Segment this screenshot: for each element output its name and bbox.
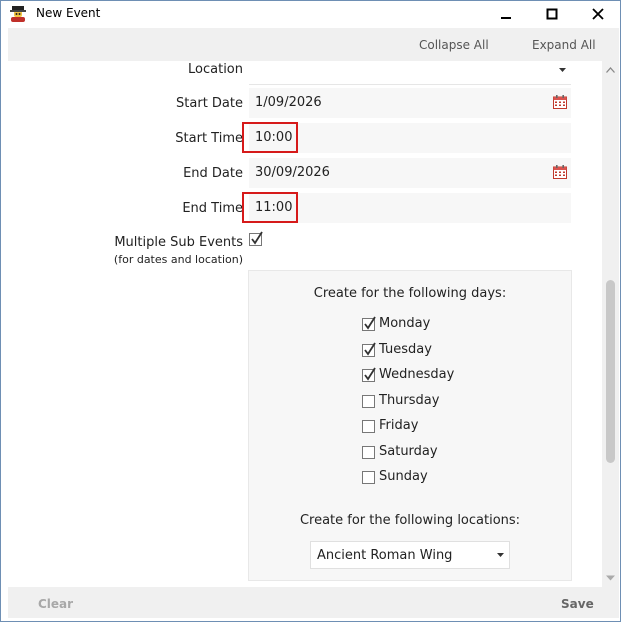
day-label: Sunday	[379, 469, 428, 484]
days-header: Create for the following days:	[313, 286, 507, 301]
scrollbar-thumb[interactable]	[606, 280, 615, 463]
location-select[interactable]	[249, 61, 571, 85]
chevron-down-icon	[497, 553, 504, 557]
save-button[interactable]: Save	[561, 597, 594, 611]
checkmark-icon	[364, 316, 376, 330]
checkmark-icon	[364, 367, 376, 381]
end-time-highlight	[242, 192, 298, 223]
day-label: Thursday	[379, 393, 440, 408]
tuesday-checkbox[interactable]	[362, 342, 376, 357]
event-form: Location Start Date 1/09/2026 Start Time…	[8, 61, 602, 587]
end-date-value: 30/09/2026	[255, 165, 330, 180]
end-date-label: End Date	[183, 166, 243, 181]
end-date-field[interactable]: 30/09/2026	[249, 158, 571, 188]
multiple-sub-events-label: Multiple Sub Events	[114, 235, 243, 250]
minimize-icon	[501, 16, 511, 19]
start-date-value: 1/09/2026	[255, 95, 322, 110]
bottom-bar: Clear Save	[8, 587, 619, 618]
calendar-icon[interactable]	[553, 165, 567, 179]
title-bar[interactable]: New Event	[1, 1, 620, 27]
day-label: Tuesday	[379, 342, 432, 357]
friday-checkbox[interactable]	[362, 420, 375, 433]
start-date-field[interactable]: 1/09/2026	[249, 88, 571, 118]
checkmark-icon	[364, 342, 376, 356]
new-event-window: New Event Collapse All Expand All Locati…	[0, 0, 621, 622]
start-date-label: Start Date	[176, 96, 243, 111]
window-title: New Event	[36, 6, 101, 20]
close-button[interactable]	[575, 1, 620, 26]
location-dropdown-value: Ancient Roman Wing	[317, 548, 453, 563]
multiple-sub-events-checkbox[interactable]	[249, 231, 263, 246]
multiple-sub-events-hint: (for dates and location)	[113, 253, 243, 266]
start-time-highlight	[242, 122, 298, 153]
scroll-down-icon[interactable]	[606, 575, 615, 581]
day-label: Saturday	[379, 444, 438, 459]
maximize-button[interactable]	[529, 1, 575, 26]
monday-checkbox[interactable]	[362, 316, 376, 331]
sunday-checkbox[interactable]	[362, 471, 375, 484]
sub-events-panel: Create for the following days: Monday Tu…	[248, 270, 572, 581]
maximize-icon	[546, 8, 558, 19]
wednesday-checkbox[interactable]	[362, 367, 376, 382]
thursday-checkbox[interactable]	[362, 395, 375, 408]
location-label: Location	[188, 62, 243, 77]
calendar-icon[interactable]	[553, 95, 567, 109]
location-dropdown[interactable]: Ancient Roman Wing	[310, 541, 510, 569]
collapse-all-button[interactable]: Collapse All	[419, 38, 489, 52]
chevron-down-icon	[559, 68, 566, 72]
locations-header: Create for the following locations:	[299, 513, 521, 528]
expand-all-button[interactable]: Expand All	[532, 38, 596, 52]
client-area: Collapse All Expand All Location Start D…	[8, 28, 619, 618]
clear-button[interactable]: Clear	[38, 597, 73, 611]
checkmark-icon	[251, 231, 263, 245]
day-label: Monday	[379, 316, 431, 331]
top-toolbar: Collapse All Expand All	[8, 28, 619, 61]
saturday-checkbox[interactable]	[362, 446, 375, 459]
minimize-button[interactable]	[483, 1, 529, 26]
app-icon	[9, 5, 27, 23]
vertical-scrollbar[interactable]	[602, 61, 619, 587]
day-label: Wednesday	[379, 367, 455, 382]
day-label: Friday	[379, 418, 419, 433]
start-time-label: Start Time	[175, 131, 243, 146]
close-icon	[591, 7, 604, 20]
scroll-up-icon[interactable]	[606, 67, 615, 73]
end-time-label: End Time	[182, 201, 243, 216]
